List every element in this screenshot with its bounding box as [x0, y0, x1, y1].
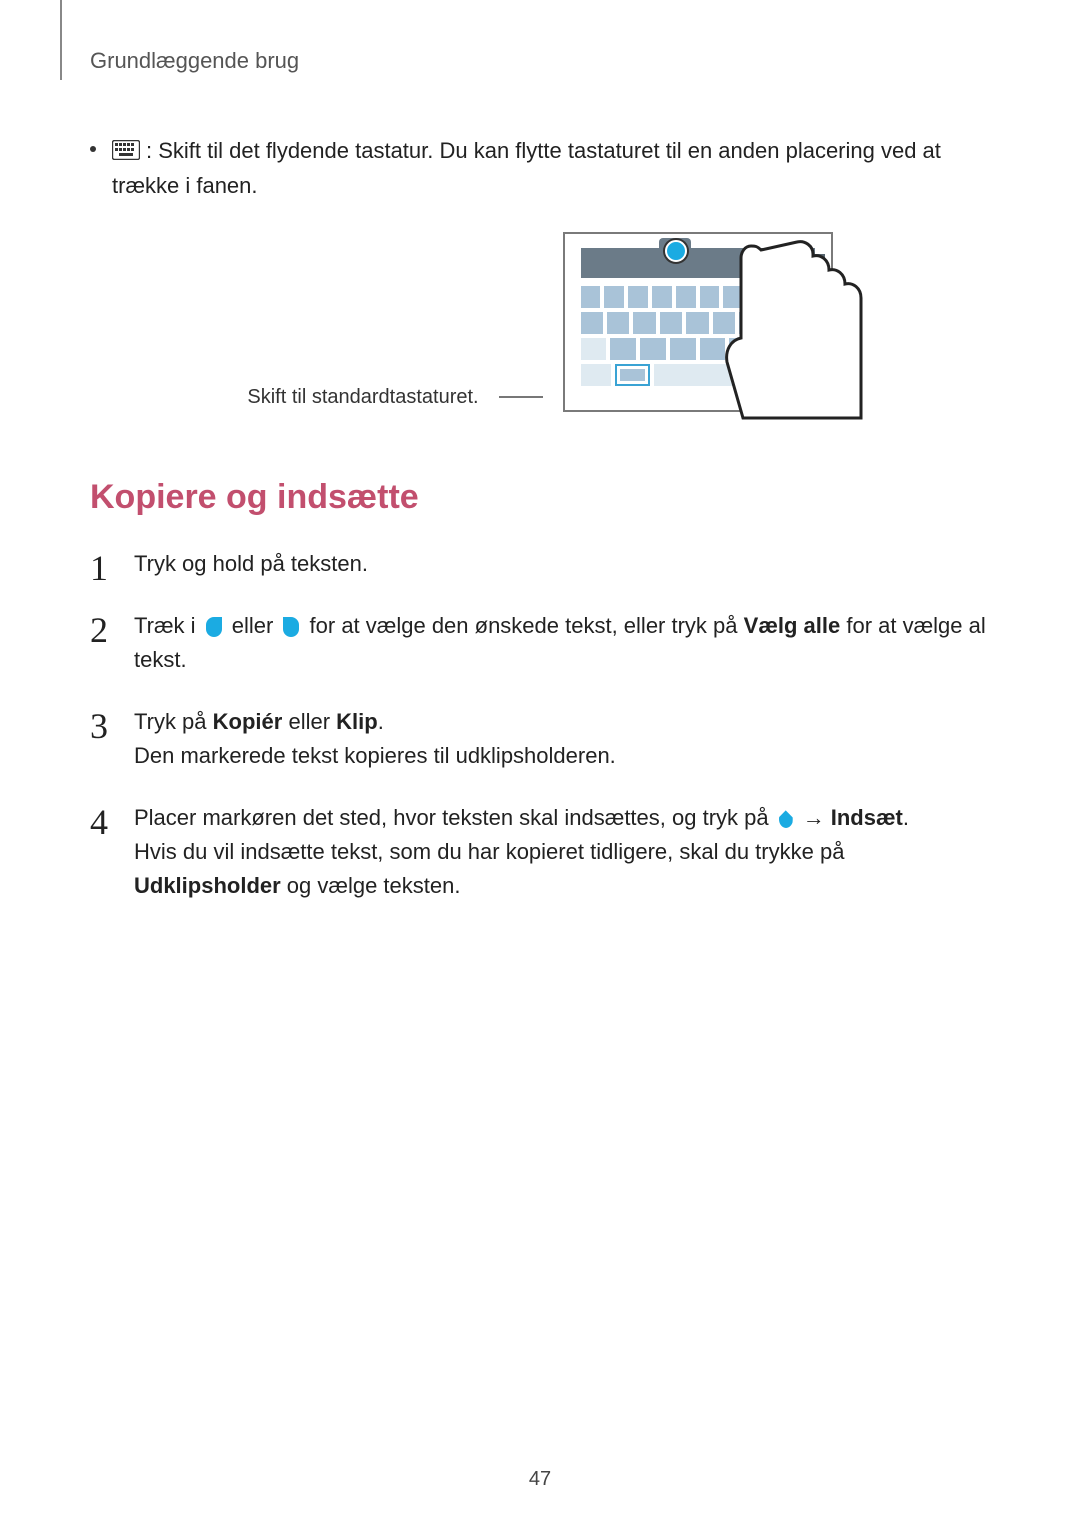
selection-handle-left-icon: [206, 617, 222, 637]
illustration-callout: Skift til standardtastaturet.: [247, 382, 478, 412]
section-heading: Kopiere og indsætte: [90, 472, 990, 523]
step-text: .: [378, 709, 384, 734]
step-text: Placer markøren det sted, hvor teksten s…: [134, 805, 775, 830]
step-item: Tryk og hold på teksten.: [90, 547, 990, 581]
step-text: eller: [226, 613, 280, 638]
step-text: Tryk på: [134, 709, 213, 734]
keyboard-mini-icon: [112, 136, 140, 169]
hand-pointer-icon: [691, 228, 871, 428]
selection-handle-right-icon: [283, 617, 299, 637]
touch-point-icon: [665, 240, 687, 262]
bold-term: Udklipsholder: [134, 873, 281, 898]
bullet-dot-icon: [90, 146, 96, 152]
callout-leader-line: [499, 396, 543, 398]
breadcrumb: Grundlæggende brug: [90, 0, 990, 74]
bold-term: Klip: [336, 709, 378, 734]
arrow-right-icon: →: [803, 801, 825, 835]
manual-page: Grundlæggende brug : Skift til det flyde…: [0, 0, 1080, 1527]
step-item: Tryk på Kopiér eller Klip. Den markerede…: [90, 705, 990, 773]
step-item: Træk i eller for at vælge den ønskede te…: [90, 609, 990, 677]
numbered-steps: Tryk og hold på teksten. Træk i eller fo…: [90, 547, 990, 904]
shift-key-icon: [581, 338, 607, 360]
step-text: .: [903, 805, 909, 830]
step-text: Træk i: [134, 613, 202, 638]
step-text: Den markerede tekst kopieres til udklips…: [134, 743, 616, 768]
step-text: og vælge teksten.: [281, 873, 461, 898]
bullet-text-after: : Skift til det flydende tastatur. Du ka…: [112, 138, 941, 198]
bullet-item: : Skift til det flydende tastatur. Du ka…: [90, 134, 990, 202]
bold-term: Kopiér: [213, 709, 283, 734]
bullet-text: : Skift til det flydende tastatur. Du ka…: [112, 134, 990, 202]
step-text: Tryk og hold på teksten.: [134, 551, 368, 576]
step-text: eller: [282, 709, 336, 734]
bold-term: Indsæt: [831, 805, 903, 830]
bold-term: Vælg alle: [744, 613, 841, 638]
step-text: for at vælge den ønskede tekst, eller tr…: [303, 613, 743, 638]
floating-keyboard-figure: ›: [563, 232, 833, 412]
page-number: 47: [0, 1468, 1080, 1491]
switch-keyboard-key-icon: [615, 364, 650, 386]
cursor-handle-icon: [779, 810, 793, 828]
side-rule: [60, 0, 62, 80]
step-text: Hvis du vil indsætte tekst, som du har k…: [134, 839, 844, 864]
body-content: : Skift til det flydende tastatur. Du ka…: [90, 134, 990, 903]
keyboard-illustration: Skift til standardtastaturet. ›: [90, 232, 990, 412]
step-item: Placer markøren det sted, hvor teksten s…: [90, 801, 990, 903]
